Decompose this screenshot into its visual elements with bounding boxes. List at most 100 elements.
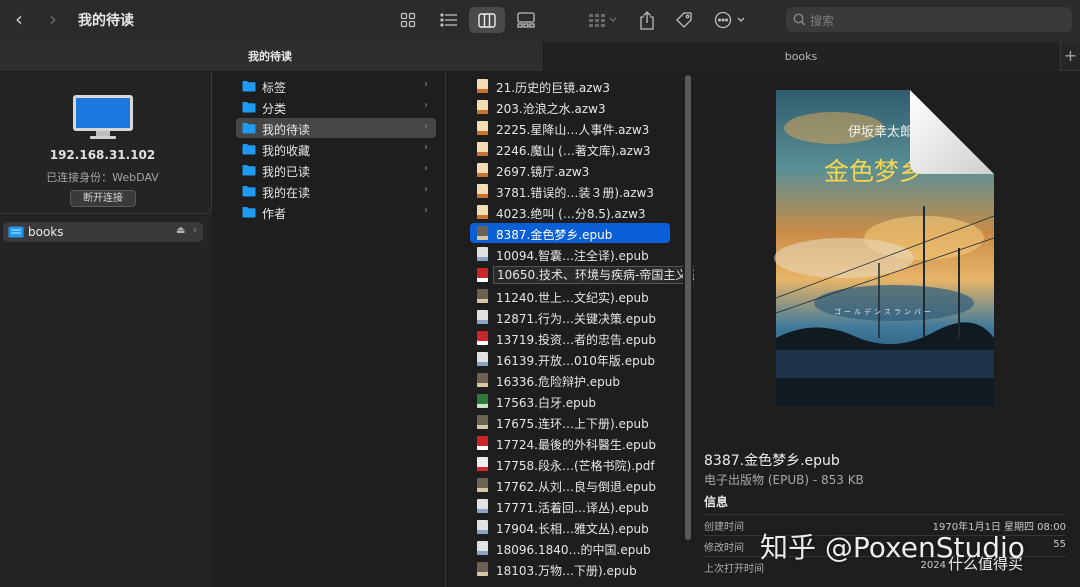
file-row[interactable]: 8387.金色梦乡.epub bbox=[470, 223, 670, 243]
disconnect-button[interactable]: 断开连接 bbox=[70, 190, 136, 207]
epub-file-icon bbox=[477, 394, 488, 408]
file-name: 18103.万物…下册).epub bbox=[496, 564, 637, 578]
file-row[interactable]: 21.历史的巨镜.azw3 bbox=[470, 76, 670, 96]
sidebar-item-books[interactable]: books ⏏ › bbox=[3, 222, 203, 242]
file-row[interactable]: 16139.开放…010年版.epub bbox=[470, 349, 670, 369]
file-row[interactable]: 12871.行为…关键决策.epub bbox=[470, 307, 670, 327]
file-row[interactable]: 18103.万物…下册).epub bbox=[470, 559, 670, 579]
file-row[interactable]: 16336.危险辩护.epub bbox=[470, 370, 670, 390]
epub-file-icon bbox=[477, 226, 488, 240]
file-name: 17563.白牙.epub bbox=[496, 396, 597, 410]
epub-file-icon bbox=[477, 541, 488, 555]
file-name: 12871.行为…关键决策.epub bbox=[496, 312, 657, 326]
back-button[interactable]: ‹ bbox=[8, 8, 30, 30]
file-row[interactable]: 2246.魔山 (…著文库).azw3 bbox=[470, 139, 670, 159]
folder-label: 分类 bbox=[262, 102, 287, 116]
folder-row[interactable]: 分类 › bbox=[236, 97, 436, 117]
file-column: 21.历史的巨镜.azw3 203.沧浪之水.azw3 2225.星降山…人事件.a… bbox=[447, 72, 762, 587]
eject-icon[interactable]: ⏏ bbox=[176, 225, 185, 236]
gallery-view-button[interactable] bbox=[513, 9, 539, 31]
epub-file-icon bbox=[477, 520, 488, 534]
column-view-button[interactable] bbox=[469, 7, 505, 33]
file-name: 3781.错误的…装３册).azw3 bbox=[496, 186, 654, 200]
file-row[interactable]: 10094.智囊…注全译).epub bbox=[470, 244, 670, 264]
file-row[interactable]: 2697.镜厅.azw3 bbox=[470, 160, 670, 180]
info-heading: 信息 bbox=[704, 495, 729, 509]
file-row[interactable]: 18096.1840…的中国.epub bbox=[470, 538, 670, 558]
file-row[interactable]: 13719.投资…者的忠告.epub bbox=[470, 328, 670, 348]
connected-as-label: 已连接身份：WebDAV bbox=[46, 171, 159, 184]
azw3-file-icon bbox=[477, 142, 488, 156]
file-name: 16336.危险辩护.epub bbox=[496, 375, 621, 389]
chevron-right-icon: › bbox=[424, 163, 428, 174]
file-name: 2246.魔山 (…著文库).azw3 bbox=[496, 144, 651, 158]
epub-file-icon bbox=[477, 415, 488, 429]
file-row[interactable]: 11240.世上…文纪实).epub bbox=[470, 286, 670, 306]
file-name: 2697.镜厅.azw3 bbox=[496, 165, 590, 179]
search-field[interactable]: 搜索 bbox=[786, 7, 1072, 32]
forward-button[interactable]: › bbox=[42, 8, 64, 30]
folder-row[interactable]: 我的收藏 › bbox=[236, 139, 436, 159]
server-info-panel: 192.168.31.102 已连接身份：WebDAV 断开连接 bbox=[0, 72, 212, 214]
tag-button[interactable] bbox=[671, 9, 697, 31]
tag-icon bbox=[676, 12, 692, 28]
folder-row[interactable]: 作者 › bbox=[236, 202, 436, 222]
file-row[interactable]: 17904.长相…雅文丛).epub bbox=[470, 517, 670, 537]
folder-label: 标签 bbox=[262, 81, 287, 95]
chevron-right-icon: › bbox=[424, 205, 428, 216]
file-row[interactable]: 17762.从刘…良与倒退.epub bbox=[470, 475, 670, 495]
folder-row[interactable]: 标签 › bbox=[236, 76, 436, 96]
file-name: 21.历史的巨镜.azw3 bbox=[496, 81, 611, 95]
file-row[interactable]: 17675.连环…上下册).epub bbox=[470, 412, 670, 432]
epub-file-icon bbox=[477, 331, 488, 345]
file-row[interactable]: 2225.星降山…人事件.azw3 bbox=[470, 118, 670, 138]
folder-row[interactable]: 我的已读 › bbox=[236, 160, 436, 180]
file-row[interactable]: 17771.活着回…译丛).epub bbox=[470, 496, 670, 516]
share-button[interactable] bbox=[634, 9, 660, 31]
file-name: 11240.世上…文纪实).epub bbox=[496, 291, 649, 305]
book-cover-thumbnail: 伊坂幸太郎 金色梦乡 ゴールデンスランバー bbox=[774, 90, 995, 406]
cover-title: 金色梦乡 bbox=[824, 157, 924, 186]
folder-row[interactable]: 我的待读 › bbox=[236, 118, 436, 138]
icon-view-button[interactable] bbox=[395, 9, 421, 31]
file-row[interactable]: 3781.错误的…装３册).azw3 bbox=[470, 181, 670, 201]
file-row[interactable]: 203.沧浪之水.azw3 bbox=[470, 97, 670, 117]
network-drive-icon bbox=[8, 226, 24, 238]
epub-file-icon bbox=[477, 289, 488, 303]
file-name: 4023.绝叫 (…分8.5).azw3 bbox=[496, 207, 646, 221]
info-value: 55 bbox=[1053, 539, 1066, 550]
search-icon bbox=[793, 13, 806, 26]
azw3-file-icon bbox=[477, 184, 488, 198]
file-row[interactable]: 10650.技术、环境与疾病-帝国主义征服史.epub bbox=[470, 265, 762, 285]
file-name: 10094.智囊…注全译).epub bbox=[496, 249, 649, 263]
folder-label: 作者 bbox=[262, 207, 287, 221]
folder-label: 我的已读 bbox=[262, 165, 311, 179]
folder-icon bbox=[242, 123, 256, 134]
scrollbar-thumb[interactable] bbox=[685, 75, 691, 540]
chevron-right-icon: › bbox=[424, 184, 428, 195]
file-row[interactable]: 17563.白牙.epub bbox=[470, 391, 670, 411]
file-name: 18096.1840…的中国.epub bbox=[496, 543, 651, 557]
file-name: 17904.长相…雅文丛).epub bbox=[496, 522, 649, 536]
group-button[interactable] bbox=[584, 9, 622, 31]
file-name: 8387.金色梦乡.epub bbox=[496, 228, 613, 242]
window-title: 我的待读 bbox=[78, 13, 134, 29]
folder-icon bbox=[242, 186, 256, 197]
more-actions-button[interactable] bbox=[711, 9, 751, 31]
file-row[interactable]: 17758.段永…(芒格书院).pdf bbox=[470, 454, 670, 474]
file-name: 203.沧浪之水.azw3 bbox=[496, 102, 606, 116]
folder-column: 标签 › 分类 › 我的待读 › 我的收藏 › 我的已读 › 我的在读 › 作者 › bbox=[226, 72, 446, 587]
epub-file-icon bbox=[477, 247, 488, 261]
azw3-file-icon bbox=[477, 100, 488, 114]
pdf-file-icon bbox=[477, 457, 488, 471]
tab-books[interactable]: books bbox=[541, 42, 1060, 71]
file-row[interactable]: 4023.绝叫 (…分8.5).azw3 bbox=[470, 202, 670, 222]
list-icon bbox=[440, 13, 457, 27]
folder-row[interactable]: 我的在读 › bbox=[236, 181, 436, 201]
share-icon bbox=[640, 10, 654, 30]
list-view-button[interactable] bbox=[436, 9, 462, 31]
file-row[interactable]: 17724.最後的外科醫生.epub bbox=[470, 433, 670, 453]
tab-my-to-read[interactable]: 我的待读 bbox=[0, 42, 540, 71]
azw3-file-icon bbox=[477, 205, 488, 219]
new-tab-button[interactable]: + bbox=[1060, 42, 1080, 71]
